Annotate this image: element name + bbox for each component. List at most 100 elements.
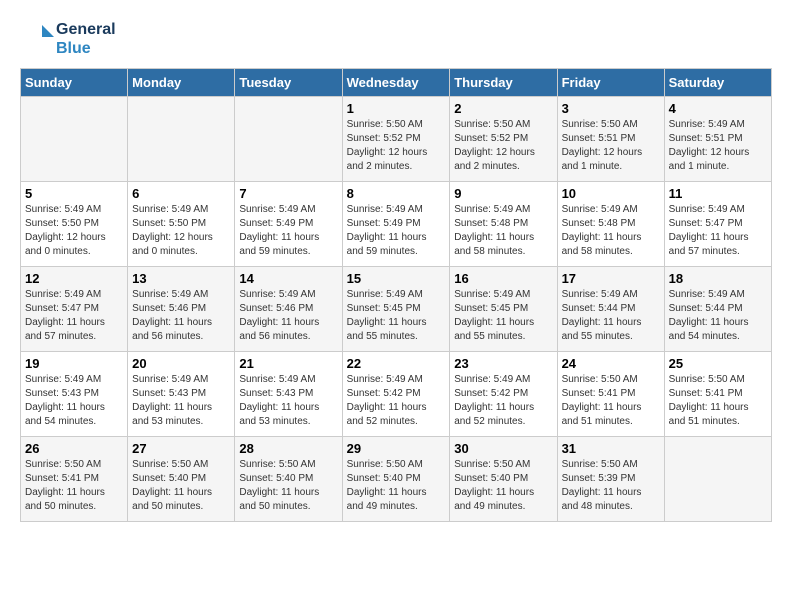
day-info: Sunrise: 5:50 AM Sunset: 5:40 PM Dayligh… [454, 458, 552, 514]
calendar-cell: 14Sunrise: 5:49 AM Sunset: 5:46 PM Dayli… [235, 267, 342, 352]
calendar-cell: 29Sunrise: 5:50 AM Sunset: 5:40 PM Dayli… [342, 437, 450, 522]
calendar-cell: 23Sunrise: 5:49 AM Sunset: 5:42 PM Dayli… [450, 352, 557, 437]
day-info: Sunrise: 5:50 AM Sunset: 5:41 PM Dayligh… [669, 373, 767, 429]
day-info: Sunrise: 5:50 AM Sunset: 5:39 PM Dayligh… [562, 458, 660, 514]
day-number: 11 [669, 186, 767, 201]
weekday-header: Thursday [450, 69, 557, 97]
logo-shape [20, 21, 56, 57]
logo: General Blue [20, 20, 116, 58]
weekday-header: Saturday [664, 69, 771, 97]
day-info: Sunrise: 5:49 AM Sunset: 5:47 PM Dayligh… [669, 203, 767, 259]
calendar-cell: 26 Sunrise: 5:50 AM Sunset: 5:41 PM Dayli… [21, 437, 128, 522]
day-number: 22 [347, 356, 446, 371]
day-number: 21 [239, 356, 337, 371]
logo-text: General Blue [56, 20, 116, 58]
day-info: Sunrise: 5:50 AM Sunset: 5:41 PM Dayligh… [25, 458, 123, 514]
calendar-week-row: 12Sunrise: 5:49 AM Sunset: 5:47 PM Dayli… [21, 267, 772, 352]
weekday-header: Wednesday [342, 69, 450, 97]
calendar-cell: 6Sunrise: 5:49 AM Sunset: 5:50 PM Daylig… [128, 182, 235, 267]
day-info: Sunrise: 5:50 AM Sunset: 5:51 PM Dayligh… [562, 118, 660, 174]
day-number: 16 [454, 271, 552, 286]
day-number: 2 [454, 101, 552, 116]
day-info: Sunrise: 5:49 AM Sunset: 5:47 PM Dayligh… [25, 288, 123, 344]
day-info: Sunrise: 5:50 AM Sunset: 5:40 PM Dayligh… [132, 458, 230, 514]
calendar-cell: 15 Sunrise: 5:49 AM Sunset: 5:45 PM Dayli… [342, 267, 450, 352]
day-info: Sunrise: 5:49 AM Sunset: 5:48 PM Dayligh… [562, 203, 660, 259]
day-info: Sunrise: 5:49 AM Sunset: 5:43 PM Dayligh… [132, 373, 230, 429]
calendar-cell: 1 Sunrise: 5:50 AM Sunset: 5:52 PM Daylig… [342, 97, 450, 182]
calendar-cell: 18 Sunrise: 5:49 AM Sunset: 5:44 PM Dayli… [664, 267, 771, 352]
calendar-table: SundayMondayTuesdayWednesdayThursdayFrid… [20, 68, 772, 522]
day-number: 8 [347, 186, 446, 201]
calendar-cell: 25Sunrise: 5:50 AM Sunset: 5:41 PM Dayli… [664, 352, 771, 437]
calendar-cell: 2 Sunrise: 5:50 AM Sunset: 5:52 PM Daylig… [450, 97, 557, 182]
weekday-header-row: SundayMondayTuesdayWednesdayThursdayFrid… [21, 69, 772, 97]
calendar-cell: 31 Sunrise: 5:50 AM Sunset: 5:39 PM Dayli… [557, 437, 664, 522]
weekday-header: Friday [557, 69, 664, 97]
day-info: Sunrise: 5:50 AM Sunset: 5:52 PM Dayligh… [347, 118, 446, 174]
logo-general: General [56, 20, 116, 39]
day-info: Sunrise: 5:49 AM Sunset: 5:45 PM Dayligh… [347, 288, 446, 344]
calendar-cell: 13 Sunrise: 5:49 AM Sunset: 5:46 PM Dayli… [128, 267, 235, 352]
day-number: 7 [239, 186, 337, 201]
day-number: 4 [669, 101, 767, 116]
calendar-cell [21, 97, 128, 182]
calendar-cell: 8Sunrise: 5:49 AM Sunset: 5:49 PM Daylig… [342, 182, 450, 267]
day-number: 28 [239, 441, 337, 456]
calendar-week-row: 5 Sunrise: 5:49 AM Sunset: 5:50 PM Daylig… [21, 182, 772, 267]
day-number: 9 [454, 186, 552, 201]
calendar-week-row: 19 Sunrise: 5:49 AM Sunset: 5:43 PM Dayli… [21, 352, 772, 437]
calendar-cell: 16Sunrise: 5:49 AM Sunset: 5:45 PM Dayli… [450, 267, 557, 352]
calendar-cell: 21 Sunrise: 5:49 AM Sunset: 5:43 PM Dayli… [235, 352, 342, 437]
day-info: Sunrise: 5:50 AM Sunset: 5:41 PM Dayligh… [562, 373, 660, 429]
day-info: Sunrise: 5:49 AM Sunset: 5:42 PM Dayligh… [347, 373, 446, 429]
calendar-cell: 17Sunrise: 5:49 AM Sunset: 5:44 PM Dayli… [557, 267, 664, 352]
calendar-week-row: 1 Sunrise: 5:50 AM Sunset: 5:52 PM Daylig… [21, 97, 772, 182]
calendar-cell: 30 Sunrise: 5:50 AM Sunset: 5:40 PM Dayli… [450, 437, 557, 522]
day-number: 13 [132, 271, 230, 286]
day-number: 17 [562, 271, 660, 286]
day-info: Sunrise: 5:49 AM Sunset: 5:50 PM Dayligh… [25, 203, 123, 259]
calendar-cell: 24 Sunrise: 5:50 AM Sunset: 5:41 PM Dayli… [557, 352, 664, 437]
day-number: 15 [347, 271, 446, 286]
day-number: 18 [669, 271, 767, 286]
day-number: 26 [25, 441, 123, 456]
calendar-cell: 27 Sunrise: 5:50 AM Sunset: 5:40 PM Dayli… [128, 437, 235, 522]
day-info: Sunrise: 5:50 AM Sunset: 5:40 PM Dayligh… [239, 458, 337, 514]
day-number: 5 [25, 186, 123, 201]
weekday-header: Sunday [21, 69, 128, 97]
day-info: Sunrise: 5:50 AM Sunset: 5:40 PM Dayligh… [347, 458, 446, 514]
day-info: Sunrise: 5:49 AM Sunset: 5:50 PM Dayligh… [132, 203, 230, 259]
calendar-week-row: 26 Sunrise: 5:50 AM Sunset: 5:41 PM Dayli… [21, 437, 772, 522]
calendar-cell [128, 97, 235, 182]
day-number: 19 [25, 356, 123, 371]
day-number: 31 [562, 441, 660, 456]
day-info: Sunrise: 5:49 AM Sunset: 5:43 PM Dayligh… [25, 373, 123, 429]
day-number: 3 [562, 101, 660, 116]
calendar-cell [235, 97, 342, 182]
day-info: Sunrise: 5:49 AM Sunset: 5:42 PM Dayligh… [454, 373, 552, 429]
day-number: 24 [562, 356, 660, 371]
calendar-cell [664, 437, 771, 522]
calendar-cell: 11 Sunrise: 5:49 AM Sunset: 5:47 PM Dayli… [664, 182, 771, 267]
day-number: 27 [132, 441, 230, 456]
calendar-cell: 28 Sunrise: 5:50 AM Sunset: 5:40 PM Dayli… [235, 437, 342, 522]
calendar-cell: 19 Sunrise: 5:49 AM Sunset: 5:43 PM Dayli… [21, 352, 128, 437]
calendar-cell: 7 Sunrise: 5:49 AM Sunset: 5:49 PM Daylig… [235, 182, 342, 267]
calendar-cell: 20Sunrise: 5:49 AM Sunset: 5:43 PM Dayli… [128, 352, 235, 437]
day-info: Sunrise: 5:49 AM Sunset: 5:44 PM Dayligh… [669, 288, 767, 344]
logo-graphic: General Blue [20, 20, 116, 58]
day-info: Sunrise: 5:49 AM Sunset: 5:49 PM Dayligh… [239, 203, 337, 259]
weekday-header: Monday [128, 69, 235, 97]
calendar-cell: 9 Sunrise: 5:49 AM Sunset: 5:48 PM Daylig… [450, 182, 557, 267]
day-info: Sunrise: 5:49 AM Sunset: 5:43 PM Dayligh… [239, 373, 337, 429]
day-number: 14 [239, 271, 337, 286]
day-number: 10 [562, 186, 660, 201]
day-number: 1 [347, 101, 446, 116]
day-info: Sunrise: 5:49 AM Sunset: 5:51 PM Dayligh… [669, 118, 767, 174]
calendar-cell: 4 Sunrise: 5:49 AM Sunset: 5:51 PM Daylig… [664, 97, 771, 182]
day-number: 30 [454, 441, 552, 456]
day-info: Sunrise: 5:49 AM Sunset: 5:48 PM Dayligh… [454, 203, 552, 259]
day-info: Sunrise: 5:49 AM Sunset: 5:46 PM Dayligh… [132, 288, 230, 344]
day-info: Sunrise: 5:50 AM Sunset: 5:52 PM Dayligh… [454, 118, 552, 174]
